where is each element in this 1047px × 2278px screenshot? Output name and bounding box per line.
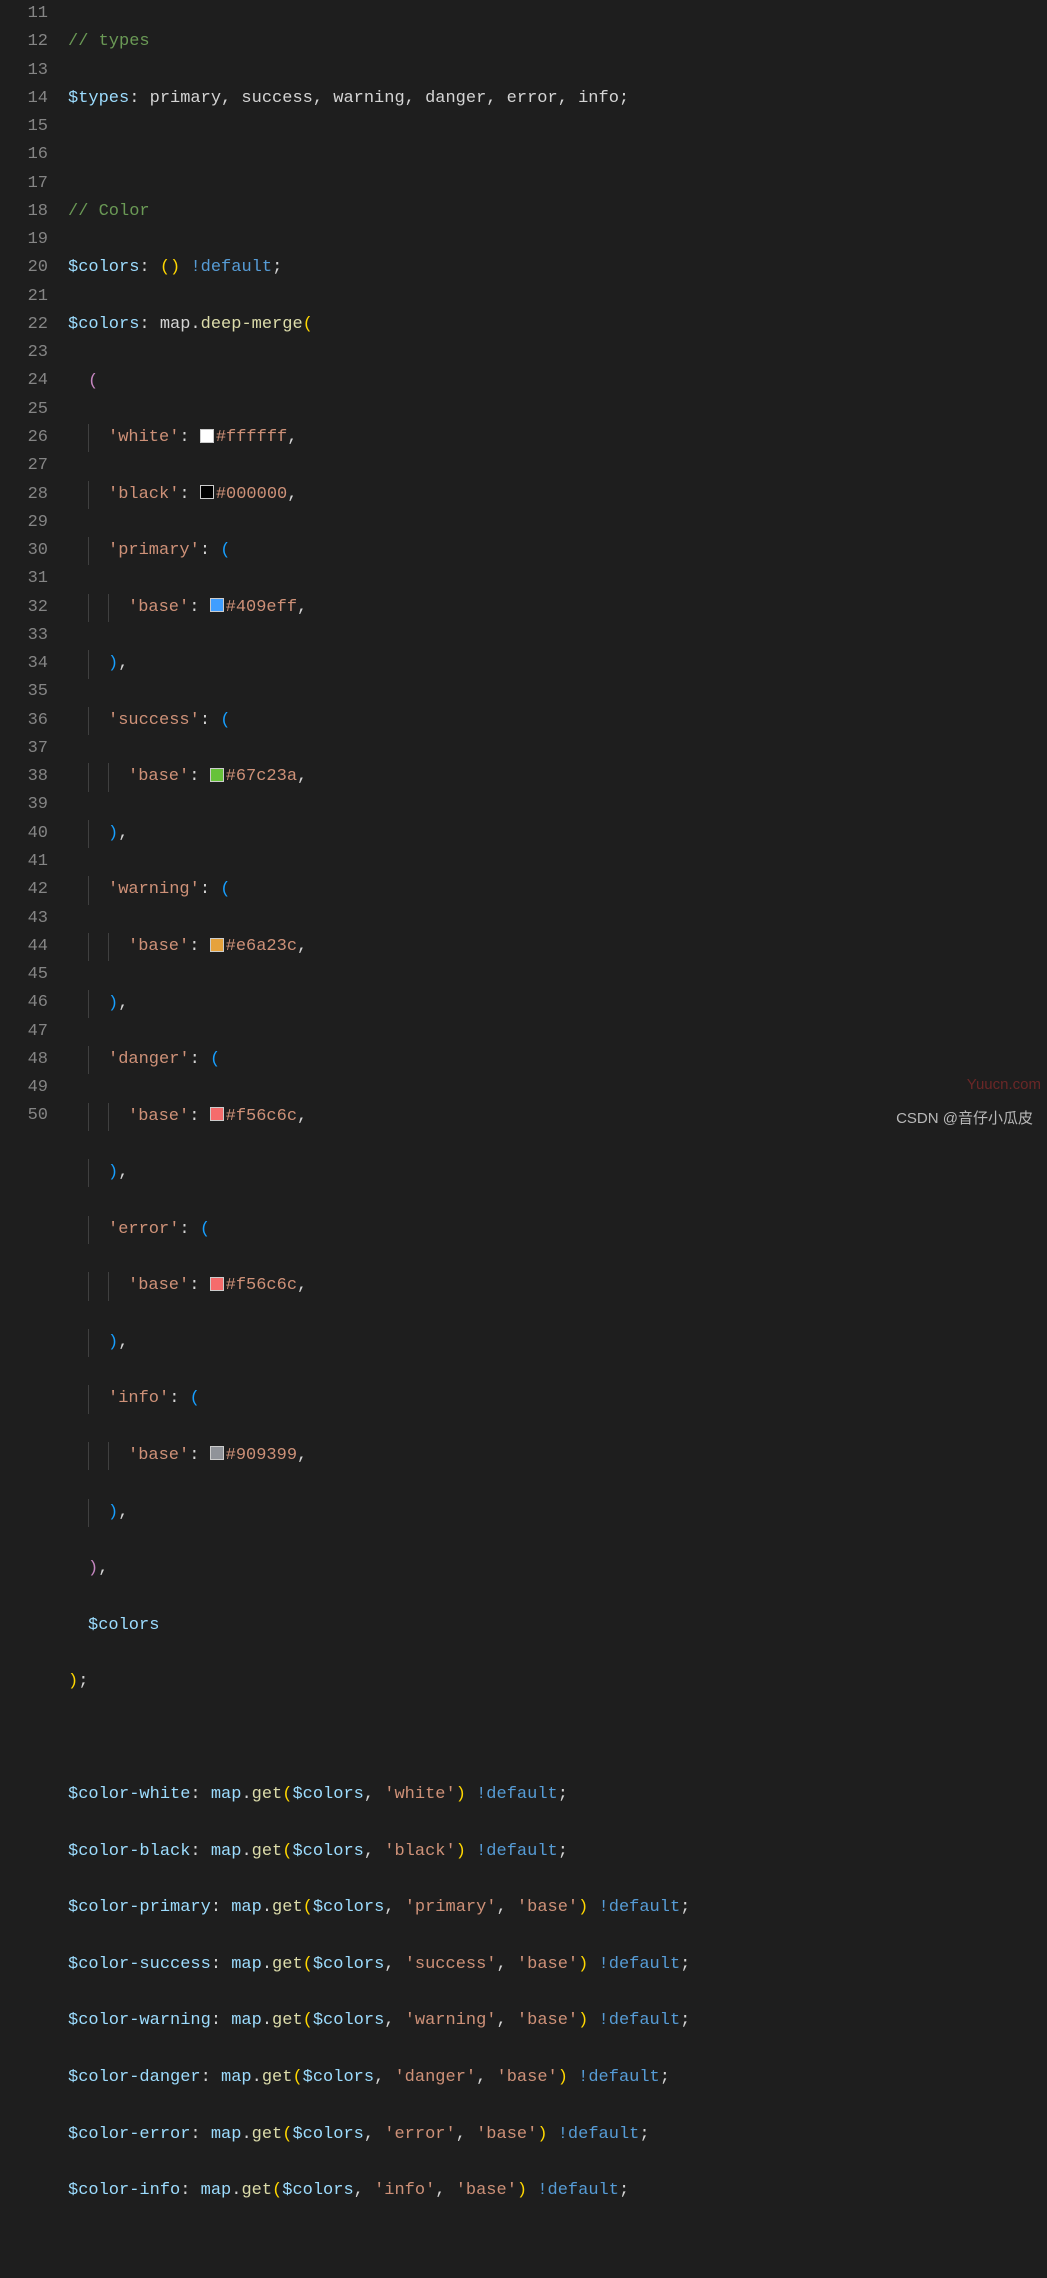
- line-number: 30: [0, 537, 48, 565]
- code-line: $types: primary, success, warning, dange…: [68, 85, 1047, 113]
- line-number: 31: [0, 565, 48, 593]
- code-editor[interactable]: 1112131415161718192021222324252627282930…: [0, 0, 1047, 2278]
- line-number: 42: [0, 876, 48, 904]
- line-number: 24: [0, 367, 48, 395]
- code-line: [68, 1725, 1047, 1753]
- line-number: 21: [0, 283, 48, 311]
- code-line: $colors: [68, 1612, 1047, 1640]
- line-number: 23: [0, 339, 48, 367]
- code-line: 'base': #409eff,: [68, 594, 1047, 622]
- line-number: 36: [0, 707, 48, 735]
- code-line: );: [68, 1668, 1047, 1696]
- line-number: 43: [0, 905, 48, 933]
- line-number: 47: [0, 1018, 48, 1046]
- code-line: ),: [68, 1499, 1047, 1527]
- code-line: [68, 2234, 1047, 2262]
- line-number: 33: [0, 622, 48, 650]
- line-gutter: 1112131415161718192021222324252627282930…: [0, 0, 68, 2278]
- code-line: $color-primary: map.get($colors, 'primar…: [68, 1894, 1047, 1922]
- code-line: $color-error: map.get($colors, 'error', …: [68, 2121, 1047, 2149]
- code-line: // Color: [68, 198, 1047, 226]
- line-number: 48: [0, 1046, 48, 1074]
- code-line: 'warning': (: [68, 876, 1047, 904]
- code-line: $color-warning: map.get($colors, 'warnin…: [68, 2007, 1047, 2035]
- line-number: 22: [0, 311, 48, 339]
- color-swatch: [210, 938, 224, 952]
- code-line: $color-info: map.get($colors, 'info', 'b…: [68, 2177, 1047, 2205]
- code-line: ),: [68, 650, 1047, 678]
- code-line: 'base': #67c23a,: [68, 763, 1047, 791]
- line-number: 16: [0, 141, 48, 169]
- code-line: 'white': #ffffff,: [68, 424, 1047, 452]
- line-number: 49: [0, 1074, 48, 1102]
- line-number: 13: [0, 57, 48, 85]
- line-number: 44: [0, 933, 48, 961]
- code-line: 'base': #e6a23c,: [68, 933, 1047, 961]
- code-line: ),: [68, 990, 1047, 1018]
- color-swatch: [210, 768, 224, 782]
- code-line: ),: [68, 820, 1047, 848]
- code-line: // types: [68, 28, 1047, 56]
- color-swatch: [210, 1277, 224, 1291]
- line-number: 15: [0, 113, 48, 141]
- line-number: 18: [0, 198, 48, 226]
- code-line: $color-white: map.get($colors, 'white') …: [68, 1781, 1047, 1809]
- line-number: 37: [0, 735, 48, 763]
- watermark-yuucn: Yuucn.com: [967, 1071, 1041, 1099]
- line-number: 34: [0, 650, 48, 678]
- code-line: $colors: () !default;: [68, 254, 1047, 282]
- line-number: 17: [0, 170, 48, 198]
- color-swatch: [200, 485, 214, 499]
- line-number: 50: [0, 1102, 48, 1130]
- line-number: 26: [0, 424, 48, 452]
- color-swatch: [210, 1446, 224, 1460]
- line-number: 12: [0, 28, 48, 56]
- watermark-csdn: CSDN @音仔小瓜皮: [896, 1105, 1033, 1133]
- line-number: 14: [0, 85, 48, 113]
- line-number: 40: [0, 820, 48, 848]
- code-line: 'error': (: [68, 1216, 1047, 1244]
- line-number: 38: [0, 763, 48, 791]
- code-line: 'success': (: [68, 707, 1047, 735]
- code-line: $color-success: map.get($colors, 'succes…: [68, 1951, 1047, 1979]
- code-line: $color-black: map.get($colors, 'black') …: [68, 1838, 1047, 1866]
- code-content[interactable]: // types $types: primary, success, warni…: [68, 0, 1047, 2278]
- line-number: 11: [0, 0, 48, 28]
- color-swatch: [210, 1107, 224, 1121]
- code-line: [68, 141, 1047, 169]
- code-line: $color-danger: map.get($colors, 'danger'…: [68, 2064, 1047, 2092]
- line-number: 27: [0, 452, 48, 480]
- color-swatch: [210, 598, 224, 612]
- line-number: 19: [0, 226, 48, 254]
- code-line: ),: [68, 1329, 1047, 1357]
- code-line: ),: [68, 1159, 1047, 1187]
- line-number: 28: [0, 481, 48, 509]
- color-swatch: [200, 429, 214, 443]
- code-line: 'black': #000000,: [68, 481, 1047, 509]
- line-number: 41: [0, 848, 48, 876]
- code-line: $colors: map.deep-merge(: [68, 311, 1047, 339]
- line-number: 46: [0, 989, 48, 1017]
- line-number: 35: [0, 678, 48, 706]
- line-number: 39: [0, 791, 48, 819]
- code-line: 'info': (: [68, 1385, 1047, 1413]
- line-number: 32: [0, 594, 48, 622]
- code-line: 'primary': (: [68, 537, 1047, 565]
- line-number: 20: [0, 254, 48, 282]
- line-number: 29: [0, 509, 48, 537]
- line-number: 45: [0, 961, 48, 989]
- line-number: 25: [0, 396, 48, 424]
- code-line: 'base': #f56c6c,: [68, 1272, 1047, 1300]
- code-line: ),: [68, 1555, 1047, 1583]
- code-line: (: [68, 368, 1047, 396]
- code-line: 'danger': (: [68, 1046, 1047, 1074]
- code-line: 'base': #909399,: [68, 1442, 1047, 1470]
